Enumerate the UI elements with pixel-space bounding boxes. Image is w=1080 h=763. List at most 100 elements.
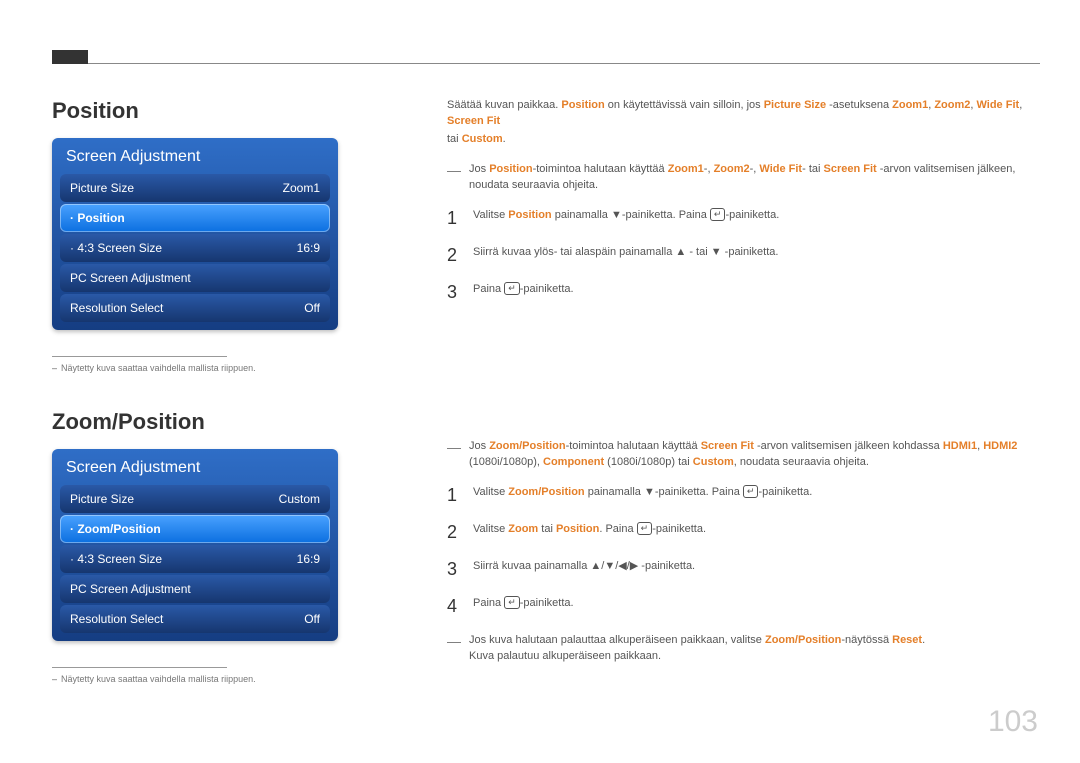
- position-steps: 1 Valitse Position painamalla ▼-painiket…: [447, 208, 1040, 305]
- menu-row-label: PC Screen Adjustment: [70, 271, 191, 285]
- step-text: Siirrä kuvaa painamalla ▲/▼/◀/▶ -painike…: [473, 559, 1040, 582]
- menu-row-label: · Zoom/Position: [70, 522, 161, 536]
- menu-row-label: · 4:3 Screen Size: [70, 241, 162, 255]
- highlight: Component: [543, 456, 604, 468]
- menu-row-resolution[interactable]: Resolution Select Off: [60, 605, 330, 633]
- highlight: HDMI1: [943, 440, 977, 452]
- enter-icon: ↵: [637, 522, 653, 535]
- text: Kuva palautuu alkuperäiseen paikkaan.: [469, 649, 925, 665]
- text: . Paina: [599, 523, 636, 535]
- menu-row-pcscreen[interactable]: PC Screen Adjustment: [60, 575, 330, 603]
- step-1: 1 Valitse Position painamalla ▼-painiket…: [447, 208, 1040, 231]
- highlight: Zoom: [508, 523, 538, 535]
- position-note: ― Jos Position-toimintoa halutaan käyttä…: [447, 162, 1040, 194]
- menu-row-43screen[interactable]: · 4:3 Screen Size 16:9: [60, 234, 330, 262]
- highlight: Zoom/Position: [489, 440, 565, 452]
- highlight: Wide Fit: [759, 163, 802, 175]
- text: Valitse: [473, 209, 508, 221]
- menu-row-label: Resolution Select: [70, 612, 163, 626]
- text: .: [922, 634, 925, 646]
- text: Valitse: [473, 523, 508, 535]
- left-column: Position Screen Adjustment Picture Size …: [52, 98, 352, 684]
- text: painamalla ▼-painiketta. Paina: [552, 209, 710, 221]
- step-text: Siirrä kuvaa ylös- tai alaspäin painamal…: [473, 245, 1040, 268]
- menu-row-label: · 4:3 Screen Size: [70, 552, 162, 566]
- heading-zoom-position: Zoom/Position: [52, 409, 352, 435]
- menu-row-zoom-position[interactable]: · Zoom/Position: [60, 515, 330, 543]
- menu-row-picture-size[interactable]: Picture Size Zoom1: [60, 174, 330, 202]
- step-number: 2: [447, 242, 461, 268]
- highlight: Zoom2: [934, 99, 970, 111]
- menu-row-value: Custom: [279, 492, 320, 506]
- highlight: Zoom/Position: [508, 486, 584, 498]
- note-text: Jos Zoom/Position-toimintoa halutaan käy…: [469, 439, 1017, 471]
- menu-row-position[interactable]: · Position: [60, 204, 330, 232]
- highlight: Screen Fit: [824, 163, 877, 175]
- note-text: Jos Position-toimintoa halutaan käyttää …: [469, 162, 1040, 194]
- step-text: Valitse Zoom tai Position. Paina ↵-paini…: [473, 522, 1040, 545]
- dash-icon: –: [52, 363, 57, 373]
- zp-note-2: ― Jos kuva halutaan palauttaa alkuperäis…: [447, 633, 1040, 665]
- menu-row-label: Picture Size: [70, 492, 134, 506]
- step-number: 3: [447, 279, 461, 305]
- step-number: 3: [447, 556, 461, 582]
- menu-row-label: Picture Size: [70, 181, 134, 195]
- enter-icon: ↵: [743, 485, 759, 498]
- text: -painiketta.: [725, 209, 779, 221]
- step-2: 2 Valitse Zoom tai Position. Paina ↵-pai…: [447, 522, 1040, 545]
- text: Paina: [473, 597, 504, 609]
- text: -painiketta.: [652, 523, 706, 535]
- highlight: Position: [489, 163, 532, 175]
- menu-row-label: PC Screen Adjustment: [70, 582, 191, 596]
- step-text: Paina ↵-painiketta.: [473, 596, 1040, 619]
- highlight: Custom: [693, 456, 734, 468]
- text: ,: [1019, 99, 1022, 111]
- highlight: Position: [561, 99, 604, 111]
- zoom-position-right: ― Jos Zoom/Position-toimintoa halutaan k…: [447, 439, 1040, 665]
- menu-row-pcscreen[interactable]: PC Screen Adjustment: [60, 264, 330, 292]
- highlight: Wide Fit: [977, 99, 1020, 111]
- text: painamalla ▼-painiketta. Paina: [585, 486, 743, 498]
- note-bullet-icon: ―: [447, 437, 461, 471]
- text: -arvon valitsemisen jälkeen kohdassa: [754, 440, 943, 452]
- right-column: Säätää kuvan paikkaa. Position on käytet…: [447, 98, 1040, 679]
- menu-row-resolution[interactable]: Resolution Select Off: [60, 294, 330, 322]
- menu-row-value: 16:9: [297, 241, 320, 255]
- step-number: 2: [447, 519, 461, 545]
- menu-row-picture-size[interactable]: Picture Size Custom: [60, 485, 330, 513]
- text: -painiketta.: [520, 283, 574, 295]
- menu-title: Screen Adjustment: [52, 449, 338, 485]
- step-number: 1: [447, 205, 461, 231]
- text: Säätää kuvan paikkaa.: [447, 99, 561, 111]
- highlight: Position: [508, 209, 551, 221]
- top-rule: [88, 63, 1040, 64]
- menu-row-43screen[interactable]: · 4:3 Screen Size 16:9: [60, 545, 330, 573]
- menu-row-value: 16:9: [297, 552, 320, 566]
- text: Valitse: [473, 486, 508, 498]
- step-text: Paina ↵-painiketta.: [473, 282, 1040, 305]
- text: -painiketta.: [758, 486, 812, 498]
- step-2: 2 Siirrä kuvaa ylös- tai alaspäin painam…: [447, 245, 1040, 268]
- enter-icon: ↵: [504, 282, 520, 295]
- text: (1080i/1080p) tai: [604, 456, 693, 468]
- menu-row-label: · Position: [70, 211, 125, 225]
- text: Jos: [469, 440, 489, 452]
- text: on käytettävissä vain silloin, jos: [605, 99, 764, 111]
- step-3: 3 Paina ↵-painiketta.: [447, 282, 1040, 305]
- text: -asetuksena: [826, 99, 892, 111]
- menu-rows: Picture Size Zoom1 · Position · 4:3 Scre…: [52, 174, 338, 322]
- step-number: 4: [447, 593, 461, 619]
- text: Jos kuva halutaan palauttaa alkuperäisee…: [469, 634, 765, 646]
- highlight: Zoom1: [892, 99, 928, 111]
- footnote: – Näytetty kuva saattaa vaihdella mallis…: [52, 674, 352, 684]
- text: Jos: [469, 163, 489, 175]
- highlight: Zoom1: [668, 163, 704, 175]
- footnote: – Näytetty kuva saattaa vaihdella mallis…: [52, 363, 352, 373]
- highlight: HDMI2: [983, 440, 1017, 452]
- menu-row-value: Off: [304, 301, 320, 315]
- text: -,: [750, 163, 760, 175]
- menu-row-value: Off: [304, 612, 320, 626]
- text: -toimintoa halutaan käyttää: [533, 163, 668, 175]
- zp-note-1: ― Jos Zoom/Position-toimintoa halutaan k…: [447, 439, 1040, 471]
- page-number: 103: [988, 705, 1038, 739]
